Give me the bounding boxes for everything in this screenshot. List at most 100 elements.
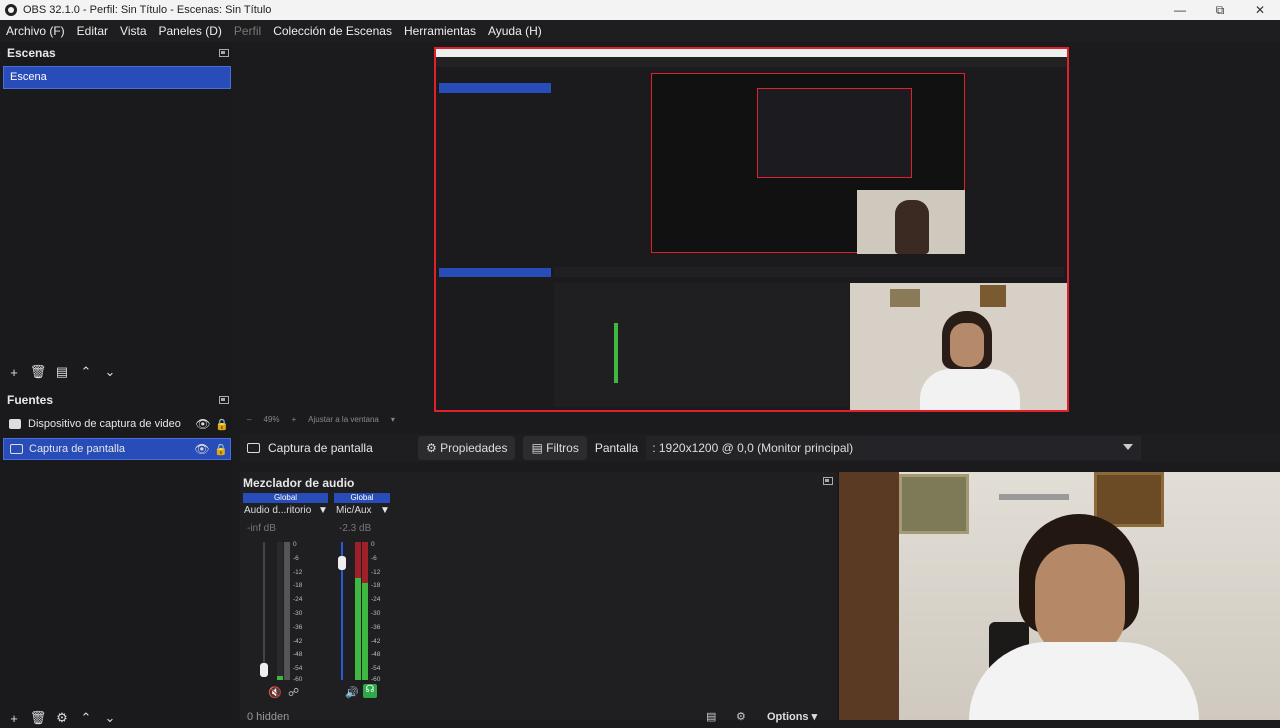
nested-wall-decor xyxy=(890,289,920,307)
scale-label: -18 xyxy=(371,582,381,590)
channel-name[interactable]: Audio d...ritorio xyxy=(244,505,311,516)
chevron-down-icon xyxy=(1123,444,1134,450)
scale-label: -54 xyxy=(293,665,303,673)
move-down-icon[interactable]: ⌄ xyxy=(98,362,122,382)
undock-icon[interactable] xyxy=(219,49,229,57)
sources-toolbar: + 🗑 ⚙ ⌃ ⌄ xyxy=(2,708,122,728)
scale-label: -54 xyxy=(371,665,381,673)
remove-source-icon[interactable]: 🗑 xyxy=(26,708,50,728)
nested-webcam-image xyxy=(857,190,965,254)
menu-vista[interactable]: Vista xyxy=(114,24,152,38)
filters-button-label: Filtros xyxy=(546,441,579,455)
zoom-in-icon[interactable]: + xyxy=(291,415,296,424)
scale-label: 0 xyxy=(371,541,375,548)
undock-icon[interactable] xyxy=(823,477,833,485)
nested-person-shirt xyxy=(920,369,1020,410)
chevron-down-icon[interactable]: ▼ xyxy=(380,505,390,516)
headphones-icon[interactable]: ☊ xyxy=(363,684,377,698)
nested-source-item xyxy=(439,268,551,277)
visibility-eye-icon[interactable]: 👁 xyxy=(193,417,213,431)
chevron-down-icon[interactable]: ▾ xyxy=(391,415,395,424)
nested-meter xyxy=(614,323,618,383)
lock-icon[interactable]: 🔒 xyxy=(213,418,231,431)
add-source-icon[interactable]: + xyxy=(2,708,26,728)
chevron-down-icon[interactable]: ▼ xyxy=(318,505,328,516)
nested-wall-decor xyxy=(980,285,1006,307)
channel-db: -inf dB xyxy=(247,523,276,534)
scale-label: -24 xyxy=(371,596,381,604)
level-meter xyxy=(355,542,361,680)
scale-label: -36 xyxy=(293,623,303,631)
fit-to-window[interactable]: Ajustar a la ventana xyxy=(308,415,379,424)
filters-icon[interactable]: ▤ xyxy=(50,362,74,382)
move-up-icon[interactable]: ⌃ xyxy=(74,708,98,728)
menu-paneles[interactable]: Paneles (D) xyxy=(153,24,228,38)
scale-label: -24 xyxy=(293,596,303,604)
monitor-off-icon[interactable]: ☍ xyxy=(288,686,299,699)
mixer-layout-icon[interactable]: ▤ xyxy=(706,710,716,723)
display-select[interactable]: : 1920x1200 @ 0,0 (Monitor principal) xyxy=(646,436,1142,460)
move-up-icon[interactable]: ⌃ xyxy=(74,362,98,382)
scale-label: -18 xyxy=(293,582,303,590)
channel-header: Global xyxy=(334,493,390,503)
scale-label: -48 xyxy=(293,651,303,659)
menu-coleccion-escenas[interactable]: Colección de Escenas xyxy=(267,24,398,38)
lock-icon[interactable]: 🔒 xyxy=(212,443,230,456)
volume-fader-track[interactable] xyxy=(263,542,265,672)
remove-scene-icon[interactable]: 🗑 xyxy=(26,362,50,382)
zoom-out-icon[interactable]: – xyxy=(247,415,251,424)
close-icon[interactable]: ✕ xyxy=(1240,0,1280,20)
undock-icon[interactable] xyxy=(219,396,229,404)
level-meter xyxy=(362,542,368,680)
meter-fill xyxy=(277,675,283,680)
window-title: OBS 32.1.0 - Perfil: Sin Título - Escena… xyxy=(23,4,272,16)
menu-perfil[interactable]: Perfil xyxy=(228,24,267,38)
preview-canvas[interactable] xyxy=(434,47,1069,412)
add-scene-icon[interactable]: + xyxy=(2,362,26,382)
source-settings-icon[interactable]: ⚙ xyxy=(50,708,74,728)
mixer-settings-icon[interactable]: ⚙ xyxy=(736,710,746,723)
webcam-overlay xyxy=(839,472,1280,720)
source-item-screen-capture[interactable]: Captura de pantalla 👁 🔒 xyxy=(3,438,231,460)
scale-label: -42 xyxy=(371,637,381,645)
window-titlebar: OBS 32.1.0 - Perfil: Sin Título - Escena… xyxy=(0,0,1280,20)
hidden-count: 0 hidden xyxy=(247,711,290,723)
nested-person-image xyxy=(895,200,929,254)
visibility-eye-icon[interactable]: 👁 xyxy=(192,442,212,456)
scale-label: -60 xyxy=(371,676,381,684)
scenes-toolbar: + 🗑 ▤ ⌃ ⌄ xyxy=(2,362,122,382)
scale-label: -30 xyxy=(371,610,381,617)
filters-button[interactable]: ▤ Filtros xyxy=(523,436,587,460)
channel-name[interactable]: Mic/Aux xyxy=(336,505,372,516)
muted-speaker-icon[interactable]: 🔇 xyxy=(268,686,282,699)
scale-label: -6 xyxy=(293,554,299,562)
menu-herramientas[interactable]: Herramientas xyxy=(398,24,482,38)
volume-fader-knob[interactable] xyxy=(338,556,346,570)
sources-title: Fuentes xyxy=(7,393,54,407)
source-item-video-capture[interactable]: Dispositivo de captura de video 👁 🔒 xyxy=(3,413,231,435)
channel-db: -2.3 dB xyxy=(339,523,372,534)
wall-hook xyxy=(999,494,1069,500)
menu-archivo[interactable]: Archivo (F) xyxy=(0,24,71,38)
scale-label: -12 xyxy=(371,568,381,576)
scene-item[interactable]: Escena xyxy=(3,66,231,89)
properties-button[interactable]: ⚙ Propiedades xyxy=(418,436,516,460)
move-down-icon[interactable]: ⌄ xyxy=(98,708,122,728)
menu-ayuda[interactable]: Ayuda (H) xyxy=(482,24,548,38)
db-scale: 0 -6 -12 -18 -24 -30 -36 -42 -48 -54 -60 xyxy=(371,541,385,682)
volume-fader-knob[interactable] xyxy=(260,663,268,677)
meter-peak xyxy=(362,542,368,584)
menu-editar[interactable]: Editar xyxy=(71,24,114,38)
menu-bar: Archivo (F) Editar Vista Paneles (D) Per… xyxy=(0,20,1280,42)
minimize-icon[interactable]: — xyxy=(1160,0,1200,20)
monitor-icon xyxy=(10,444,23,454)
speaker-icon[interactable]: 🔊 xyxy=(345,686,359,699)
meter-fill xyxy=(355,577,361,680)
nested-webcam xyxy=(850,283,1067,410)
scale-label: -48 xyxy=(371,651,381,659)
options-menu[interactable]: Options ▾ xyxy=(767,710,817,723)
db-scale: 0 -6 -12 -18 -24 -30 -36 -42 -48 -54 -60 xyxy=(293,541,307,682)
restore-icon[interactable]: ⧉ xyxy=(1200,0,1240,20)
scale-label: -36 xyxy=(371,623,381,631)
scale-label: -60 xyxy=(293,676,303,684)
